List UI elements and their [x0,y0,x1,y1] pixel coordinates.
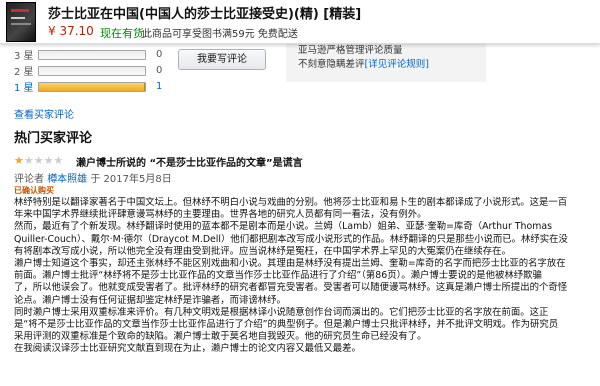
review-title[interactable]: 濑户博士所说的 “不是莎士比亚作品的文章”是谎言 [76,154,303,169]
review-body-line: 同时濑户博士采用双重标准来评价。有几种文明戏是根据林译小说随意创作台词而演出的。… [14,306,549,318]
book-cover-image[interactable] [6,2,36,42]
review-body-line: Quiller-Couch）、戴尔·M·德尔（Draycot M.Dell）他们… [14,233,568,245]
section-title: 热门买家评论 [14,131,93,146]
review-body-line: 是“将不是莎士比亚作品的文章当作莎士比亚作品进行了介绍”的典型例子。但是濑户博士… [14,319,559,331]
review-body-line: 了，所以他误会了。他就变成受害者了。批评林纾的研究者都冒充受害者。受害者可以随便… [14,282,568,294]
review-author-link[interactable]: 樽本照雄 [47,174,87,185]
histogram-count: 0 [156,49,163,60]
histogram-bar [38,65,146,76]
histogram-bar [38,49,146,60]
star-icon: ★ [53,154,64,167]
product-price: ¥ 37.10 [48,24,94,38]
review-meta-prefix: 评论者 [14,174,44,185]
review-meta: 评论者 樽本照雄 于 2017年5月8日 [14,170,172,185]
star-icon: ★ [43,154,54,167]
policy-line-2: 不刻意隐瞒差评 [298,59,365,70]
histogram-label[interactable]: 1 星 [14,79,38,94]
histogram-label: 2 星 [14,67,34,78]
review-body-line: 有将剧本改写成小说，所以他完全没有理由受到批评。应当说林纾是冤枉，在中国学术界上… [14,245,511,257]
write-review-button[interactable]: 我要写评论 [178,49,266,70]
review-body-line: 年来中国学术界继续批评肆意谩骂林纾的主要理由。世界各地的研究人员都有同一看法，没… [14,209,427,221]
star-icon: ★ [23,154,34,167]
review-body-line: 在我阅读汉译莎士比亚研究文献直到现在为止，濑户博士的论文内容又最低又最差。 [14,343,361,355]
histogram-label: 3 星 [14,51,34,62]
review-body-line: 林纾特别是以翻译家著名于中国文坛上。但林纾不明白小说与戏曲的分别。他将莎士比亚和… [14,197,568,208]
shipping-note: 此商品可享受图书满59元 免费配送 [142,29,298,40]
review-body-line: 濑户博士知道这个事实，却还主张林纾不能区别戏曲和小说。其理由是林纾没有提出兰姆、… [14,258,566,270]
review-body: 林纾特别是以翻译家著名于中国文坛上。但林纾不明白小说与戏曲的分别。他将莎士比亚和… [14,197,592,356]
star-icon: ★ [14,154,24,167]
histogram-bar[interactable] [38,81,146,92]
review-date: 于 2017年5月8日 [90,174,172,185]
review-star-rating[interactable]: ★ ★ ★ ★ ★ [14,155,63,166]
star-icon: ★ [33,154,44,167]
histogram-row-1-star[interactable]: 1 星 1 [14,79,162,94]
verified-purchase-badge: 已确认购买 [14,186,54,195]
policy-line-1: 亚马逊严格管理评论质量 [298,45,403,56]
histogram-row-3-star: 3 星 0 [14,48,163,62]
review-body-line: 论点。濑户博士没有任何证据却鉴定林纾是诈骗者，而诽谤林纾。 [14,294,286,306]
histogram-count: 0 [156,65,163,76]
review-body-line: 然而，最近有了个新发现。林纾翻译时使用的蓝本都不是剧本而是小说。兰姆（Lamb）… [14,221,552,233]
product-header: 莎士比亚在中国(中国人的莎士比亚接受史)(精) [精装] ¥ 37.10 现在有… [0,0,600,44]
review-rules-link[interactable]: [详见评论规则] [365,59,429,70]
histogram-row-2-star: 2 星 0 [14,64,163,78]
see-all-reviews-link[interactable]: 查看买家评论 [14,106,74,121]
histogram-count[interactable]: 1 [156,81,162,92]
stock-status: 现在有货 [100,27,144,40]
review-policy-box: 亚马逊严格管理评论质量 不刻意隐瞒差评[详见评论规则] [286,42,486,82]
product-title[interactable]: 莎士比亚在中国(中国人的莎士比亚接受史)(精) [精装] [48,3,361,22]
review-body-line: 前面。濑户博士批评“林纾将不是莎士比亚作品的文章当作莎士比亚作品进行了介绍”（第… [14,270,542,282]
review-body-line: 采用评测的双重标准是个致命的缺陷。濑户博士敢于莫名地自我毁灭。他的研究员生命已经… [14,331,427,343]
